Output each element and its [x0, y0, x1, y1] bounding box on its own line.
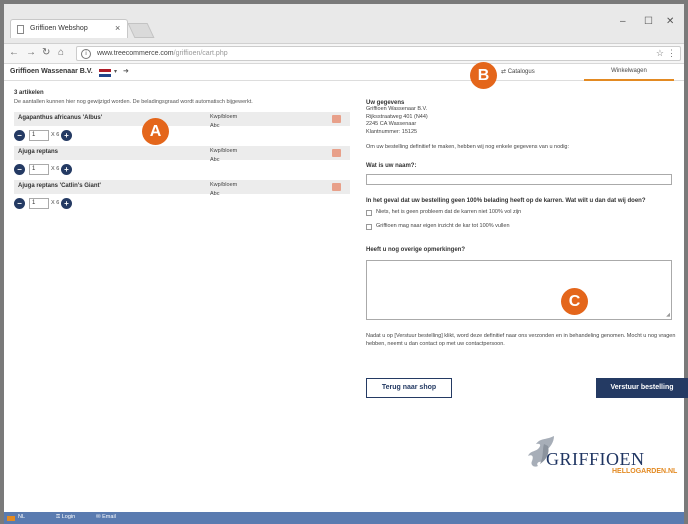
- company-name: Griffioen Wassenaar B.V.: [10, 68, 93, 75]
- login-link[interactable]: ⚿ Login: [56, 514, 75, 521]
- increase-qty-button[interactable]: +: [61, 164, 72, 175]
- address-line: 2245 CA Wassenaar: [366, 121, 417, 127]
- decrease-qty-button[interactable]: −: [14, 198, 25, 209]
- cart-item-header: Ajuga reptans Kwp/bloem: [14, 146, 350, 160]
- tab-strip: Griffioen Webshop × – ☐ ✕: [4, 4, 684, 44]
- site-header: Griffioen Wassenaar B.V. ▾ ➜ ⇄ Catalogus…: [4, 64, 684, 81]
- delete-item-button[interactable]: [332, 183, 341, 191]
- browser-toolbar: ← → ↻ ⌂ i www.treecommerce.com/griffioen…: [4, 44, 684, 64]
- load-question: In het geval dat uw bestelling geen 100%…: [366, 198, 646, 204]
- item-name: Ajuga reptans 'Catlin's Giant': [18, 183, 101, 189]
- cart-item-header: Ajuga reptans 'Catlin's Giant' Kwp/bloem: [14, 180, 350, 194]
- callout-marker-c: C: [561, 288, 588, 315]
- quantity-input[interactable]: 1: [29, 198, 49, 209]
- quantity-input[interactable]: 1: [29, 130, 49, 141]
- bookmark-star-icon[interactable]: ☆: [656, 48, 664, 59]
- cart-item: Ajuga reptans 'Catlin's Giant' Kwp/bloem…: [14, 180, 350, 213]
- callout-marker-b: B: [470, 62, 497, 89]
- increase-qty-button[interactable]: +: [61, 130, 72, 141]
- option-label: Griffioen mag naar eigen inzicht de kar …: [376, 223, 510, 229]
- cart-count: 3 artikelen: [14, 90, 44, 96]
- language-flag-icon[interactable]: [7, 516, 15, 521]
- item-abc: Abc: [210, 157, 220, 163]
- url-path: /griffioen/cart.php: [173, 50, 228, 57]
- url-host: www.treecommerce.com: [97, 50, 174, 57]
- order-form: Uw gegevens Griffioen Wassenaar B.V. Rij…: [366, 100, 688, 398]
- home-icon[interactable]: ⌂: [58, 47, 64, 58]
- cart-item-header: Agapanthus africanus 'Albus' Kwp/bloem: [14, 112, 350, 126]
- qty-multiplier: X 6: [51, 132, 60, 138]
- item-name: Ajuga reptans: [18, 149, 59, 155]
- nav-catalogus[interactable]: ⇄ Catalogus: [501, 68, 535, 75]
- browser-tab[interactable]: Griffioen Webshop ×: [10, 19, 128, 38]
- chevron-down-icon[interactable]: ▾: [114, 68, 117, 75]
- name-label: Wat is uw naam?:: [366, 163, 417, 169]
- back-to-shop-button[interactable]: Terug naar shop: [366, 378, 452, 398]
- forward-icon[interactable]: →: [26, 47, 36, 58]
- reload-icon[interactable]: ↻: [42, 47, 50, 58]
- qty-multiplier: X 6: [51, 200, 60, 206]
- logo-wordmark: GRIFFIOEN: [546, 449, 645, 469]
- minimize-icon[interactable]: –: [620, 16, 626, 27]
- email-link[interactable]: ✉ Email: [96, 514, 116, 520]
- resize-handle-icon[interactable]: ◢: [666, 312, 670, 318]
- customer-number: Klantnummer: 15125: [366, 128, 418, 135]
- tab-close-icon[interactable]: ×: [115, 23, 120, 33]
- item-unit: Kwp/bloem: [210, 148, 238, 154]
- address-bar[interactable]: i www.treecommerce.com/griffioen/cart.ph…: [76, 46, 681, 61]
- cart-note: De aantallen kunnen hier nog gewijzigd w…: [14, 99, 253, 105]
- logo-subtitle: HELLOGARDEN.NL: [612, 468, 678, 475]
- page-icon: [17, 25, 24, 34]
- decrease-qty-button[interactable]: −: [14, 130, 25, 141]
- option-row: Niets, het is geen probleem dat de karre…: [366, 209, 676, 220]
- name-field[interactable]: [366, 174, 672, 185]
- delete-item-button[interactable]: [332, 149, 341, 157]
- address-line: Griffioen Wassenaar B.V.: [366, 106, 428, 112]
- email-label: Email: [102, 514, 116, 520]
- logout-icon[interactable]: ➜: [123, 67, 129, 75]
- item-name: Agapanthus africanus 'Albus': [18, 115, 103, 121]
- cart-item: Agapanthus africanus 'Albus' Kwp/bloem A…: [14, 112, 350, 145]
- decrease-qty-button[interactable]: −: [14, 164, 25, 175]
- griffioen-logo: GRIFFIOEN HELLOGARDEN.NL: [524, 434, 684, 475]
- qty-multiplier: X 6: [51, 166, 60, 172]
- option-checkbox[interactable]: [366, 224, 372, 230]
- nav-cart-tab[interactable]: Winkelwagen: [584, 64, 674, 81]
- form-footer-note: Nadat u op [Verstuur bestelling] klikt, …: [366, 333, 676, 347]
- new-tab-button[interactable]: [127, 23, 155, 38]
- language-flag-icon[interactable]: [99, 69, 111, 77]
- option-label: Niets, het is geen probleem dat de karre…: [376, 209, 522, 215]
- nav-cart-label: Winkelwagen: [611, 68, 647, 74]
- item-unit: Kwp/bloem: [210, 182, 238, 188]
- maximize-icon[interactable]: ☐: [644, 16, 653, 27]
- tab-title: Griffioen Webshop: [30, 25, 88, 32]
- submit-order-button[interactable]: Verstuur bestelling: [596, 378, 688, 398]
- callout-marker-a: A: [142, 118, 169, 145]
- delete-item-button[interactable]: [332, 115, 341, 123]
- url-text: www.treecommerce.com/griffioen/cart.php: [97, 50, 228, 57]
- cart-panel: 3 artikelen De aantallen kunnen hier nog…: [14, 90, 350, 214]
- remarks-textarea[interactable]: ◢: [366, 260, 672, 320]
- address-line: Rijksstraatweg 401 (N44): [366, 113, 428, 120]
- close-window-icon[interactable]: ✕: [666, 16, 674, 27]
- option-row: Griffioen mag naar eigen inzicht de kar …: [366, 223, 676, 234]
- item-unit: Kwp/bloem: [210, 114, 238, 120]
- quantity-input[interactable]: 1: [29, 164, 49, 175]
- info-icon[interactable]: i: [81, 49, 91, 59]
- login-label: Login: [61, 514, 76, 520]
- remarks-label: Heeft u nog overige opmerkingen?: [366, 247, 466, 253]
- cart-item: Ajuga reptans Kwp/bloem Abc − 1 X 6 +: [14, 146, 350, 179]
- browser-window: Griffioen Webshop × – ☐ ✕ ← → ↻ ⌂ i www.…: [0, 0, 688, 524]
- back-icon[interactable]: ←: [9, 47, 19, 58]
- nav-catalogus-label: Catalogus: [507, 69, 535, 75]
- item-abc: Abc: [210, 191, 220, 197]
- increase-qty-button[interactable]: +: [61, 198, 72, 209]
- option-checkbox[interactable]: [366, 210, 372, 216]
- item-abc: Abc: [210, 123, 220, 129]
- language-label[interactable]: NL: [18, 514, 25, 520]
- browser-menu-icon[interactable]: ⋮: [667, 48, 676, 59]
- bottom-bar: NL ⚿ Login ✉ Email: [4, 512, 684, 524]
- form-intro: Om uw bestelling definitief te maken, he…: [366, 144, 570, 150]
